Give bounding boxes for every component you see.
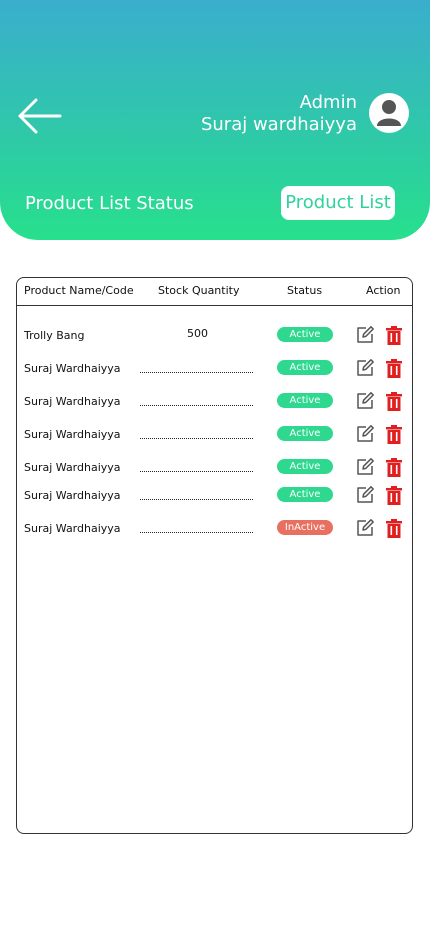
product-name: Suraj Wardhaiyya xyxy=(24,428,121,441)
stock-quantity-placeholder xyxy=(140,405,253,406)
stock-quantity-placeholder xyxy=(140,471,253,472)
stock-quantity-placeholder xyxy=(140,532,253,533)
arrow-left-icon xyxy=(18,98,62,134)
user-name: Suraj wardhaiyya xyxy=(200,114,357,135)
user-avatar-icon xyxy=(377,100,401,126)
table-row: Suraj Wardhaiyya InActive xyxy=(17,518,412,540)
product-name: Trolly Bang xyxy=(24,329,85,342)
edit-pencil-icon[interactable] xyxy=(355,485,375,505)
status-badge[interactable]: Active xyxy=(277,327,333,342)
trash-icon[interactable] xyxy=(386,486,402,505)
stock-quantity-placeholder xyxy=(140,499,253,500)
status-badge[interactable]: Active xyxy=(277,426,333,441)
edit-pencil-icon[interactable] xyxy=(355,457,375,477)
trash-icon[interactable] xyxy=(386,458,402,477)
edit-pencil-icon[interactable] xyxy=(355,325,375,345)
trash-icon[interactable] xyxy=(386,519,402,538)
stock-quantity: 500 xyxy=(187,327,208,340)
product-name: Suraj Wardhaiyya xyxy=(24,461,121,474)
product-name: Suraj Wardhaiyya xyxy=(24,489,121,502)
table-row: Suraj Wardhaiyya Active xyxy=(17,358,412,380)
back-button[interactable] xyxy=(16,96,62,136)
table-row: Suraj Wardhaiyya Active xyxy=(17,485,412,507)
product-list-button[interactable]: Product List xyxy=(281,186,395,220)
column-header-action: Action xyxy=(366,284,401,297)
product-name: Suraj Wardhaiyya xyxy=(24,395,121,408)
status-badge[interactable]: Active xyxy=(277,459,333,474)
table-header: Product Name/Code Stock Quantity Status … xyxy=(17,278,412,306)
product-name: Suraj Wardhaiyya xyxy=(24,522,121,535)
header: Admin Suraj wardhaiyya Product List Stat… xyxy=(0,0,430,240)
trash-icon[interactable] xyxy=(386,425,402,444)
status-badge[interactable]: InActive xyxy=(277,520,333,535)
table-row: Suraj Wardhaiyya Active xyxy=(17,424,412,446)
stock-quantity-placeholder xyxy=(140,372,253,373)
column-header-name: Product Name/Code xyxy=(24,284,134,297)
status-badge[interactable]: Active xyxy=(277,360,333,375)
table-row: Trolly Bang 500 Active xyxy=(17,325,412,347)
stock-quantity-placeholder xyxy=(140,438,253,439)
page-title: Product List Status xyxy=(25,193,194,214)
user-role: Admin xyxy=(299,92,357,113)
column-header-status: Status xyxy=(287,284,323,297)
edit-pencil-icon[interactable] xyxy=(355,358,375,378)
edit-pencil-icon[interactable] xyxy=(355,424,375,444)
edit-pencil-icon[interactable] xyxy=(355,518,375,538)
edit-pencil-icon[interactable] xyxy=(355,391,375,411)
status-badge[interactable]: Active xyxy=(277,487,333,502)
trash-icon[interactable] xyxy=(386,326,402,345)
column-header-quantity: Stock Quantity xyxy=(158,284,240,297)
product-table: Product Name/Code Stock Quantity Status … xyxy=(16,277,413,834)
status-badge[interactable]: Active xyxy=(277,393,333,408)
trash-icon[interactable] xyxy=(386,359,402,378)
product-name: Suraj Wardhaiyya xyxy=(24,362,121,375)
table-row: Suraj Wardhaiyya Active xyxy=(17,391,412,413)
avatar[interactable] xyxy=(369,93,409,133)
trash-icon[interactable] xyxy=(386,392,402,411)
table-row: Suraj Wardhaiyya Active xyxy=(17,457,412,479)
